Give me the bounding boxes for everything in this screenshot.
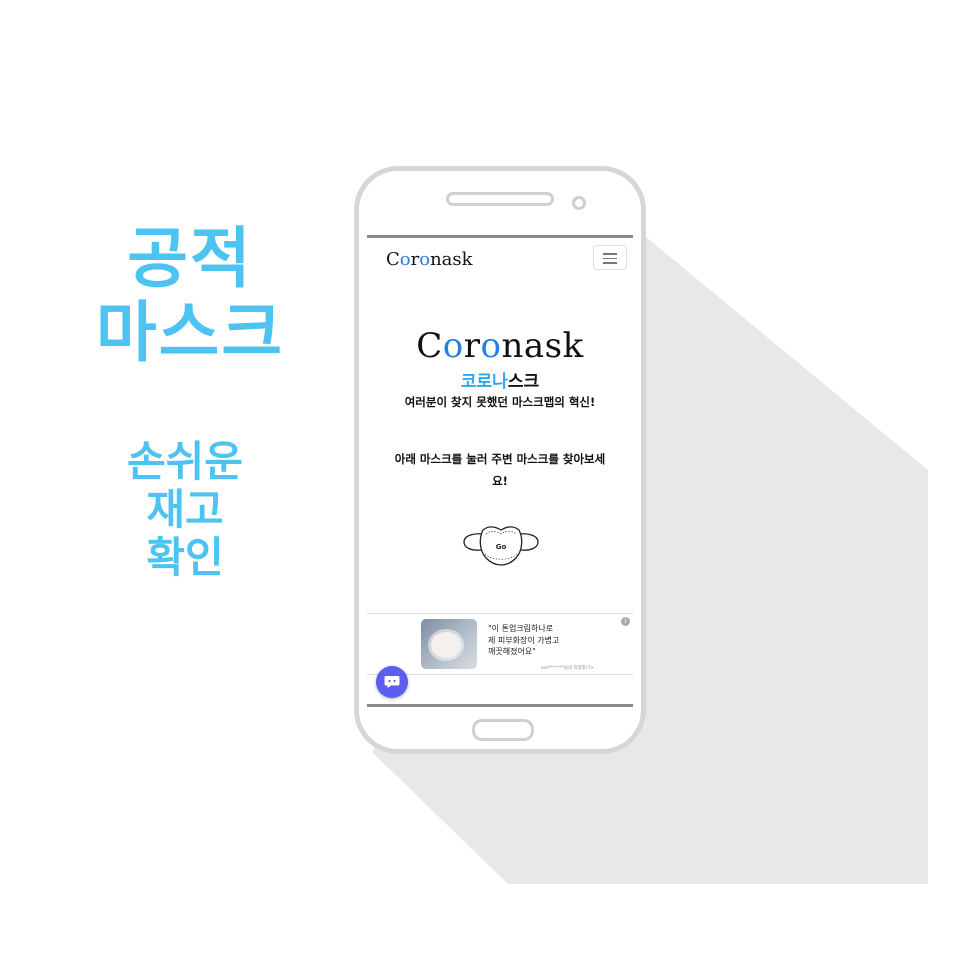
logo-letter: r [463, 326, 481, 366]
phone-frame: Coronask Coronask 코로나스크 여러분이 찾지 못했던 마스크맵… [354, 166, 646, 754]
chat-button[interactable] [376, 666, 408, 698]
ad-text[interactable]: "이 톤업크림하나로 제 피부화장이 가볍고 깨끗해졌어요" [488, 623, 628, 658]
phone-camera [572, 196, 586, 210]
logo-letter: C [386, 249, 400, 270]
logo-letter: o [419, 249, 431, 270]
logo-letter: o [442, 326, 464, 366]
hero-logo: Coronask [367, 326, 633, 366]
promo-subtitle-line: 확인 [146, 533, 224, 582]
phone-home-button[interactable] [472, 719, 534, 741]
promo-subtitle: 손쉬운 재고 확인 [90, 438, 280, 582]
promo-title-line: 공적 [127, 220, 253, 297]
ad-text-line: "이 톤업크림하나로 [488, 624, 554, 633]
logo-letter: o [480, 326, 502, 366]
hero-instruction: 아래 마스크를 눌러 주변 마스크를 찾아보세요! [394, 452, 606, 488]
logo-letter: C [416, 326, 443, 366]
face-mask-icon[interactable]: Go [461, 520, 541, 570]
promo-title: 공적 마스크 [70, 222, 310, 370]
logo-text: nask [501, 326, 584, 366]
phone-screen: Coronask Coronask 코로나스크 여러분이 찾지 못했던 마스크맵… [367, 235, 633, 707]
promo-title-line: 마스크 [95, 294, 285, 371]
mask-go-label: Go [496, 543, 507, 551]
navbar-logo[interactable]: Coronask [386, 249, 473, 270]
ad-product-thumbnail[interactable] [421, 619, 477, 669]
hero-subtitle: 코로나스크 [367, 367, 633, 392]
ad-review-note[interactable]: sss*******님의 리얼후기> [541, 665, 594, 671]
logo-letter: r [410, 249, 420, 270]
hero-description: 여러분이 찾지 못했던 마스크맵의 혁신! [404, 395, 596, 409]
subtitle-blue: 코로나 [460, 372, 508, 392]
subtitle-dark: 스크 [507, 372, 540, 392]
hamburger-icon[interactable] [593, 245, 627, 270]
logo-text: nask [430, 249, 473, 270]
ad-info-icon[interactable]: i [621, 617, 630, 626]
ad-text-line: 깨끗해졌어요" [488, 647, 536, 656]
chat-bubble-icon [384, 676, 400, 688]
logo-letter: o [399, 249, 411, 270]
ad-text-line: 제 피부화장이 가볍고 [488, 635, 560, 645]
promo-subtitle-line: 재고 [146, 485, 224, 534]
phone-speaker [446, 192, 554, 206]
ad-banner[interactable]: "이 톤업크림하나로 제 피부화장이 가볍고 깨끗해졌어요" sss******… [367, 613, 633, 675]
promo-subtitle-line: 손쉬운 [127, 437, 243, 486]
